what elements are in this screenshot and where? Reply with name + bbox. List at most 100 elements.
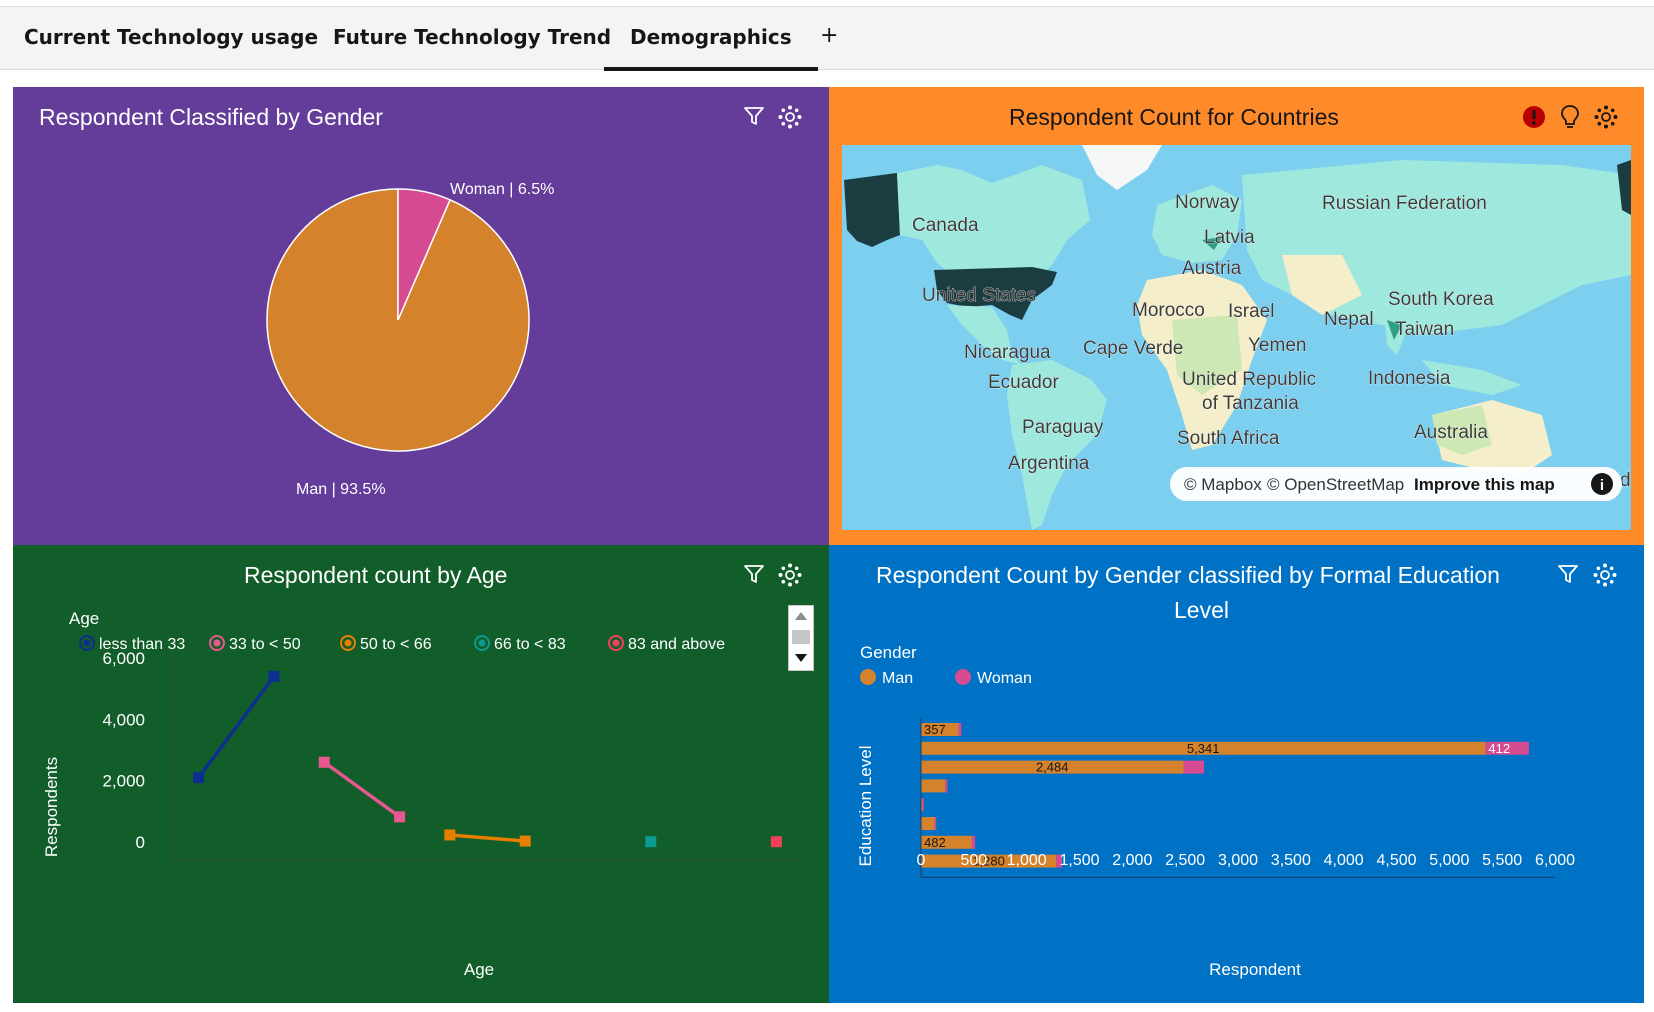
education-panel: Respondent Count by Gender classified by… bbox=[829, 545, 1644, 1003]
education-x-tick-label: 1,500 bbox=[1059, 852, 1099, 869]
country-label: Nicaragua bbox=[964, 342, 1051, 363]
pie-label-woman: Woman | 6.5% bbox=[450, 181, 554, 198]
mapbox-attribution: © Mapbox bbox=[1184, 475, 1262, 494]
country-label: Australia bbox=[1414, 422, 1488, 443]
education-bar-segment[interactable] bbox=[934, 817, 937, 830]
age-legend-item[interactable]: 50 to < 66 bbox=[340, 635, 432, 653]
education-x-tick-label: 2,500 bbox=[1165, 852, 1205, 869]
country-label: Paraguay bbox=[1022, 417, 1104, 438]
country-label: Yemen bbox=[1248, 335, 1306, 356]
education-bar-segment[interactable] bbox=[1183, 760, 1205, 774]
education-data-label: 2,484 bbox=[1036, 760, 1069, 775]
age-data-point[interactable] bbox=[770, 836, 782, 848]
country-label: Taiwan bbox=[1395, 319, 1454, 340]
gender-legend-item[interactable]: Woman bbox=[955, 669, 1032, 687]
country-label: Ecuador bbox=[988, 372, 1059, 393]
age-line-chart: Age less than 33 33 to < 50 50 to < 66 66 t… bbox=[42, 609, 799, 979]
education-bar-chart: Gender Man Woman 3575,341 4122,4844821,280… bbox=[856, 643, 1575, 979]
age-series-line[interactable] bbox=[449, 833, 526, 843]
improve-map-link[interactable]: Improve this map bbox=[1414, 475, 1555, 494]
education-bar-segment[interactable] bbox=[922, 798, 924, 812]
age-y-tick-label: 4,000 bbox=[102, 710, 145, 729]
age-data-point[interactable] bbox=[444, 829, 456, 841]
country-label: Morocco bbox=[1132, 300, 1205, 321]
settings-icon[interactable] bbox=[1594, 105, 1618, 129]
education-x-tick-label: 4,500 bbox=[1376, 852, 1416, 869]
country-label: of Tanzania bbox=[1202, 393, 1299, 414]
education-x-tick-label: 3,000 bbox=[1218, 852, 1258, 869]
country-label: Norway bbox=[1175, 192, 1240, 213]
age-series-line[interactable] bbox=[197, 675, 276, 779]
age-y-tick-label: 6,000 bbox=[102, 649, 145, 668]
alaska-shape bbox=[844, 173, 900, 247]
age-legend-item[interactable]: 83 and above bbox=[608, 635, 725, 653]
country-label: Russian Federation bbox=[1322, 193, 1487, 214]
age-axes: 6,000 4,000 2,000 0 bbox=[102, 649, 799, 861]
education-x-axis: 0 500 1,000 1,500 2,000 2,500 3,000 3,500 4,000 4… bbox=[917, 717, 1575, 878]
age-data-point[interactable] bbox=[394, 811, 406, 823]
education-data-label: 357 bbox=[924, 722, 946, 737]
alert-icon[interactable] bbox=[1522, 105, 1546, 129]
age-data-point[interactable] bbox=[318, 756, 330, 768]
age-legend-item[interactable]: 66 to < 83 bbox=[474, 635, 566, 653]
map-panel: Respondent Count for Countries Canada No… bbox=[829, 87, 1644, 545]
education-x-tick-label: 0 bbox=[917, 852, 926, 869]
education-x-tick-label: 3,500 bbox=[1271, 852, 1311, 869]
education-x-axis-label: Respondent bbox=[1209, 960, 1301, 979]
age-panel: Respondent count by Age Age less than 33… bbox=[13, 545, 829, 1003]
education-data-label: 5,341 bbox=[1187, 741, 1220, 756]
age-x-axis-label: Age bbox=[464, 960, 494, 979]
age-series bbox=[193, 670, 782, 848]
education-x-tick-label: 5,500 bbox=[1482, 852, 1522, 869]
gender-pie-chart: Woman | 6.5% Man | 93.5% bbox=[266, 181, 554, 498]
country-label: Canada bbox=[912, 215, 979, 236]
tab-demographics[interactable]: Demographics bbox=[604, 25, 818, 71]
age-legend-item[interactable]: 33 to < 50 bbox=[209, 635, 301, 653]
country-label: South Korea bbox=[1388, 289, 1494, 310]
gender-legend-item[interactable]: Man bbox=[860, 669, 913, 687]
gender-panel: Respondent Classified by Gender Woman | … bbox=[13, 87, 829, 545]
education-data-label: 412 bbox=[1488, 741, 1510, 756]
education-bar-segment[interactable] bbox=[921, 817, 935, 830]
info-icon-glyph: i bbox=[1600, 477, 1604, 494]
gender-legend-title: Gender bbox=[860, 643, 917, 662]
education-bars: 3575,341 4122,4844821,280 bbox=[921, 722, 1529, 869]
country-label: United States bbox=[922, 285, 1036, 306]
svg-text:Man: Man bbox=[882, 670, 913, 687]
add-tab-button[interactable]: + bbox=[820, 23, 838, 48]
education-bar-segment[interactable] bbox=[945, 779, 948, 793]
svg-text:83 and above: 83 and above bbox=[628, 636, 725, 653]
svg-text:33 to < 50: 33 to < 50 bbox=[229, 636, 301, 653]
tab-future-technology-trend[interactable]: Future Technology Trend bbox=[333, 25, 611, 49]
tab-current-technology-usage[interactable]: Current Technology usage bbox=[24, 25, 318, 49]
education-bar-segment[interactable] bbox=[921, 779, 946, 793]
svg-text:66 to < 83: 66 to < 83 bbox=[494, 636, 566, 653]
svg-text:Woman: Woman bbox=[977, 670, 1032, 687]
world-map[interactable]: Canada Norway Russian Federation Latvia … bbox=[842, 145, 1631, 530]
age-y-tick-label: 0 bbox=[136, 833, 145, 852]
age-data-point[interactable] bbox=[268, 670, 280, 682]
age-data-point[interactable] bbox=[645, 836, 657, 848]
age-y-axis-label: Respondents bbox=[42, 757, 61, 857]
country-label: United Republic bbox=[1182, 369, 1316, 390]
lightbulb-icon[interactable] bbox=[1559, 104, 1581, 130]
osm-attribution: © OpenStreetMap bbox=[1267, 475, 1404, 494]
education-data-label: 482 bbox=[924, 835, 946, 850]
education-y-axis-label: Education Level bbox=[856, 746, 875, 867]
country-label: Argentina bbox=[1008, 453, 1090, 474]
age-data-point[interactable] bbox=[519, 835, 531, 847]
country-label: Israel bbox=[1228, 301, 1274, 322]
education-x-tick-label: 2,000 bbox=[1112, 852, 1152, 869]
age-series-line[interactable] bbox=[323, 760, 401, 819]
country-label: Indonesia bbox=[1368, 368, 1451, 389]
education-bar-segment[interactable] bbox=[971, 835, 976, 849]
education-bar-segment[interactable] bbox=[958, 723, 962, 736]
map-panel-title: Respondent Count for Countries bbox=[1009, 104, 1339, 130]
education-x-tick-label: 1,000 bbox=[1007, 852, 1047, 869]
gender-legend: Man Woman bbox=[860, 669, 1032, 687]
country-label: Cape Verde bbox=[1083, 338, 1183, 359]
age-data-point[interactable] bbox=[193, 772, 205, 784]
age-legend: less than 33 33 to < 50 50 to < 66 66 to < … bbox=[79, 635, 725, 653]
map-attribution: © Mapbox © OpenStreetMap Improve this ma… bbox=[1170, 467, 1622, 501]
age-y-tick-label: 2,000 bbox=[102, 772, 145, 791]
